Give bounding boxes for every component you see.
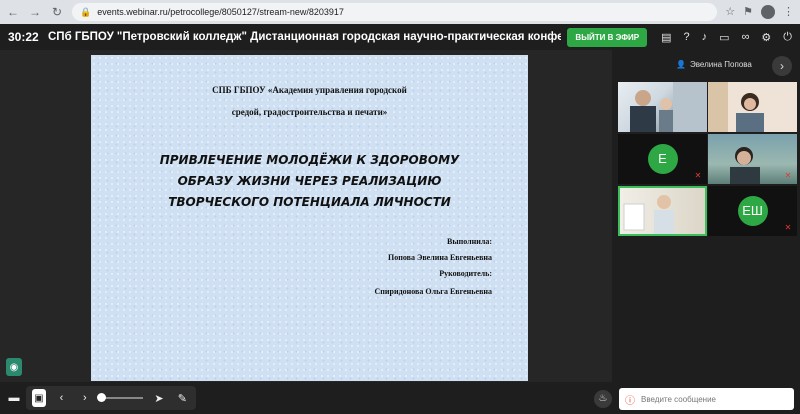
participant-video-tile-active[interactable] — [618, 186, 707, 236]
video-frame-icon — [623, 195, 674, 234]
presentation-stage: СПБ ГБПОУ «Академия управления городской… — [0, 50, 612, 382]
browser-toolbar: ← → ↻ 🔒 events.webinar.ru/petrocollege/8… — [0, 0, 800, 24]
participant-video-tile[interactable] — [708, 82, 797, 132]
event-title: СПб ГБПОУ "Петровский колледж" Дистанцио… — [48, 31, 562, 43]
screen-share-icon[interactable]: ▬ — [4, 388, 24, 408]
back-icon[interactable]: ← — [6, 5, 20, 19]
mic-muted-icon: ✕ — [784, 171, 792, 180]
slide-performer-name: Попова Эвелина Евгеньевна — [387, 253, 492, 262]
url-text: events.webinar.ru/petrocollege/8050127/s… — [97, 7, 344, 17]
participant-video-tile[interactable]: ✕ — [708, 134, 797, 184]
slider-knob[interactable] — [97, 393, 107, 402]
address-bar[interactable]: 🔒 events.webinar.ru/petrocollege/8050127… — [72, 3, 718, 21]
exit-icon[interactable]: ⏻ — [783, 31, 792, 44]
question-icon[interactable]: ? — [684, 31, 690, 44]
chat-icon[interactable]: ▤ — [661, 31, 671, 44]
participant-avatar-tile[interactable]: ЕШ ✕ — [708, 186, 797, 236]
session-timer: 30:22 — [8, 30, 39, 44]
slide: СПБ ГБПОУ «Академия управления городской… — [91, 55, 528, 381]
mic-muted-icon: ✕ — [694, 171, 702, 180]
presenter-name: Эвелина Попова — [689, 60, 752, 69]
forward-icon[interactable]: → — [28, 5, 42, 19]
slide-title-line-1: ПРИВЛЕЧЕНИЕ МОЛОДЁЖИ К ЗДОРОВОМУ — [159, 153, 460, 167]
user-icon: 👤 — [676, 60, 686, 69]
fire-reaction-icon[interactable]: ♨ — [594, 390, 612, 408]
slide-performer-label: Выполнила: — [447, 237, 492, 246]
side-panel-toggle-icon[interactable]: ◉ — [6, 358, 22, 376]
pointer-icon[interactable]: ➤ — [151, 388, 166, 408]
participant-initials: ЕШ — [737, 196, 768, 226]
slide-org-line-2: средой, градостроительства и печати» — [231, 107, 388, 117]
participants-panel: 👤 Эвелина Попова › Е ✕ ✕ ЕШ ✕ — [612, 50, 800, 382]
slide-supervisor-label: Руководитель: — [439, 269, 492, 278]
extension-icon[interactable]: ⚑ — [743, 5, 753, 19]
slide-progress-slider[interactable] — [97, 393, 144, 402]
slide-supervisor-name: Спиридонова Ольга Евгеньевна — [374, 287, 492, 296]
participant-video-tile[interactable] — [618, 82, 707, 132]
presentation-icon[interactable]: ▣ — [32, 389, 46, 407]
mic-muted-icon: ✕ — [784, 223, 792, 232]
chevron-right-icon[interactable]: › — [772, 56, 792, 76]
participant-avatar-tile[interactable]: Е ✕ — [618, 134, 707, 184]
participant-initials: Е — [647, 144, 678, 174]
slide-controls: ▣ ‹ › ➤ ✎ — [26, 386, 196, 410]
video-frame-icon — [630, 82, 707, 132]
star-icon[interactable]: ☆ — [725, 5, 735, 19]
camera-icon[interactable]: ▭ — [719, 31, 729, 44]
video-frame-icon — [708, 82, 764, 132]
slide-title-line-3: ТВОРЧЕСКОГО ПОТЕНЦИАЛА ЛИЧНОСТИ — [168, 195, 451, 209]
slide-org-line-1: СПБ ГБПОУ «Академия управления городской — [212, 85, 407, 95]
go-live-button[interactable]: ВЫЙТИ В ЭФИР — [567, 27, 648, 47]
chat-input[interactable]: ⓘ Введите сообщение — [619, 388, 794, 410]
lock-icon: 🔒 — [80, 6, 92, 17]
chat-placeholder: Введите сообщение — [641, 394, 716, 404]
next-slide-icon[interactable]: › — [77, 388, 92, 408]
link-icon[interactable]: ∞ — [742, 31, 750, 44]
webinar-header: 30:22 СПб ГБПОУ "Петровский колледж" Дис… — [0, 24, 800, 50]
previous-slide-icon[interactable]: ‹ — [54, 388, 69, 408]
microphone-icon[interactable]: ♪ — [702, 31, 708, 44]
alert-icon: ⓘ — [625, 395, 635, 407]
settings-icon[interactable]: ⚙ — [761, 31, 771, 44]
menu-dots-icon[interactable]: ⋮ — [783, 5, 794, 19]
slide-title-line-2: ОБРАЗУ ЖИЗНИ ЧЕРЕЗ РЕАЛИЗАЦИЮ — [177, 174, 442, 188]
reload-icon[interactable]: ↻ — [50, 5, 64, 19]
draw-tool-icon[interactable]: ✎ — [175, 388, 190, 408]
presenter-label: 👤 Эвелина Попова — [676, 60, 752, 69]
profile-avatar[interactable] — [761, 5, 775, 19]
